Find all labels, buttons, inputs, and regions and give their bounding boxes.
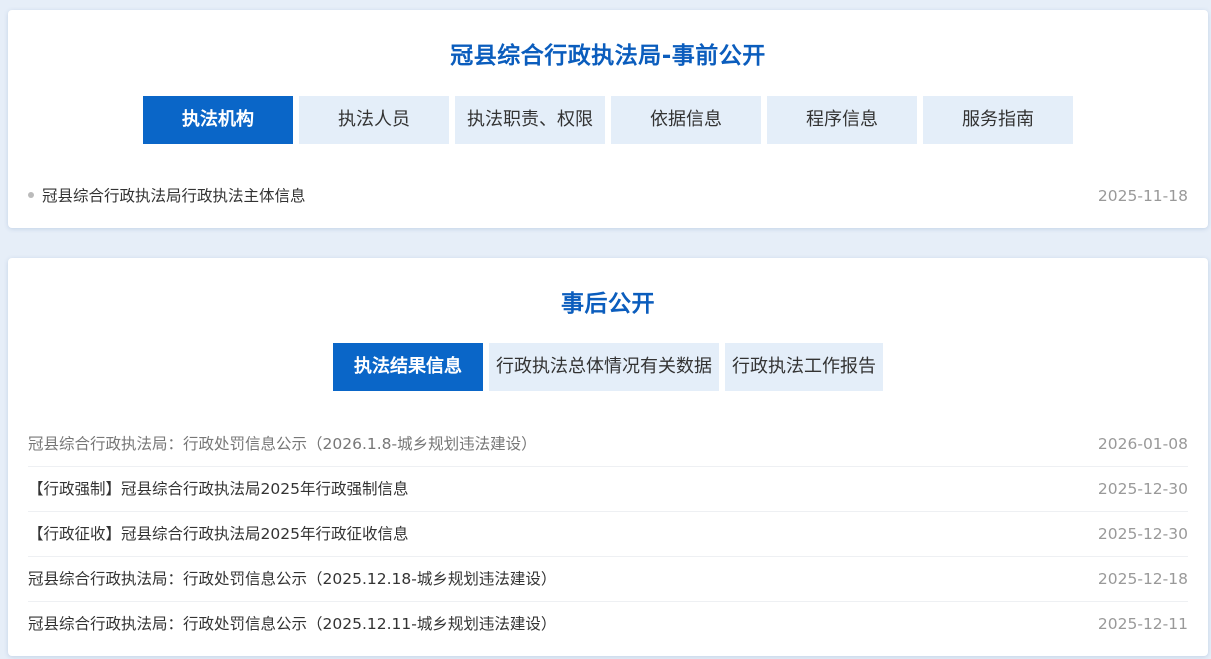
list-item-date: 2025-12-30 (1097, 525, 1188, 543)
list-item-title: 冠县综合行政执法局行政执法主体信息 (42, 187, 306, 205)
list-item: 【行政征收】冠县综合行政执法局2025年行政征收信息 2025-12-30 (28, 512, 1188, 557)
tab-enforcement-personnel[interactable]: 执法人员 (299, 96, 449, 144)
list-item-link[interactable]: 冠县综合行政执法局：行政处罚信息公示（2025.12.11-城乡规划违法建设） (28, 602, 556, 646)
list-item: 冠县综合行政执法局：行政处罚信息公示（2025.12.11-城乡规划违法建设） … (28, 602, 1188, 646)
pre-disclosure-list: 冠县综合行政执法局行政执法主体信息 2025-11-18 (28, 174, 1188, 218)
list-item-date: 2025-12-30 (1097, 480, 1188, 498)
list-item-link[interactable]: 冠县综合行政执法局行政执法主体信息 (28, 174, 306, 218)
list-item: 冠县综合行政执法局：行政处罚信息公示（2026.1.8-城乡规划违法建设） 20… (28, 422, 1188, 467)
pre-disclosure-tabs: 执法机构 执法人员 执法职责、权限 依据信息 程序信息 服务指南 (8, 96, 1208, 144)
list-item: 冠县综合行政执法局：行政处罚信息公示（2025.12.18-城乡规划违法建设） … (28, 557, 1188, 602)
tab-work-report[interactable]: 行政执法工作报告 (725, 343, 883, 391)
list-item-link[interactable]: 【行政征收】冠县综合行政执法局2025年行政征收信息 (28, 512, 408, 556)
tab-basis-info[interactable]: 依据信息 (611, 96, 761, 144)
pre-disclosure-title: 冠县综合行政执法局-事前公开 (450, 43, 766, 69)
list-item-date: 2025-12-11 (1097, 615, 1188, 633)
list-item-date: 2025-11-18 (1097, 187, 1188, 205)
list-item-link[interactable]: 【行政强制】冠县综合行政执法局2025年行政强制信息 (28, 467, 408, 511)
list-item: 【行政强制】冠县综合行政执法局2025年行政强制信息 2025-12-30 (28, 467, 1188, 512)
list-item-link[interactable]: 冠县综合行政执法局：行政处罚信息公示（2025.12.18-城乡规划违法建设） (28, 557, 556, 601)
list-item-link[interactable]: 冠县综合行政执法局：行政处罚信息公示（2026.1.8-城乡规划违法建设） (28, 422, 537, 466)
tab-duties-authority[interactable]: 执法职责、权限 (455, 96, 605, 144)
bullet-dot-icon (28, 191, 34, 198)
post-disclosure-list: 冠县综合行政执法局：行政处罚信息公示（2026.1.8-城乡规划违法建设） 20… (28, 422, 1188, 646)
list-item: 冠县综合行政执法局行政执法主体信息 2025-11-18 (28, 174, 1188, 218)
tab-overall-statistics[interactable]: 行政执法总体情况有关数据 (489, 343, 719, 391)
list-item-date: 2026-01-08 (1097, 435, 1188, 453)
post-disclosure-tabs: 执法结果信息 行政执法总体情况有关数据 行政执法工作报告 (8, 343, 1208, 391)
list-item-date: 2025-12-18 (1097, 570, 1188, 588)
tab-service-guide[interactable]: 服务指南 (923, 96, 1073, 144)
tab-enforcement-results[interactable]: 执法结果信息 (333, 343, 483, 391)
post-disclosure-title: 事后公开 (561, 291, 655, 317)
post-disclosure-panel: 事后公开 执法结果信息 行政执法总体情况有关数据 行政执法工作报告 冠县综合行政… (8, 258, 1208, 656)
pre-disclosure-panel: 冠县综合行政执法局-事前公开 执法机构 执法人员 执法职责、权限 依据信息 程序… (8, 10, 1208, 228)
tab-enforcement-agency[interactable]: 执法机构 (143, 96, 293, 144)
tab-procedure-info[interactable]: 程序信息 (767, 96, 917, 144)
